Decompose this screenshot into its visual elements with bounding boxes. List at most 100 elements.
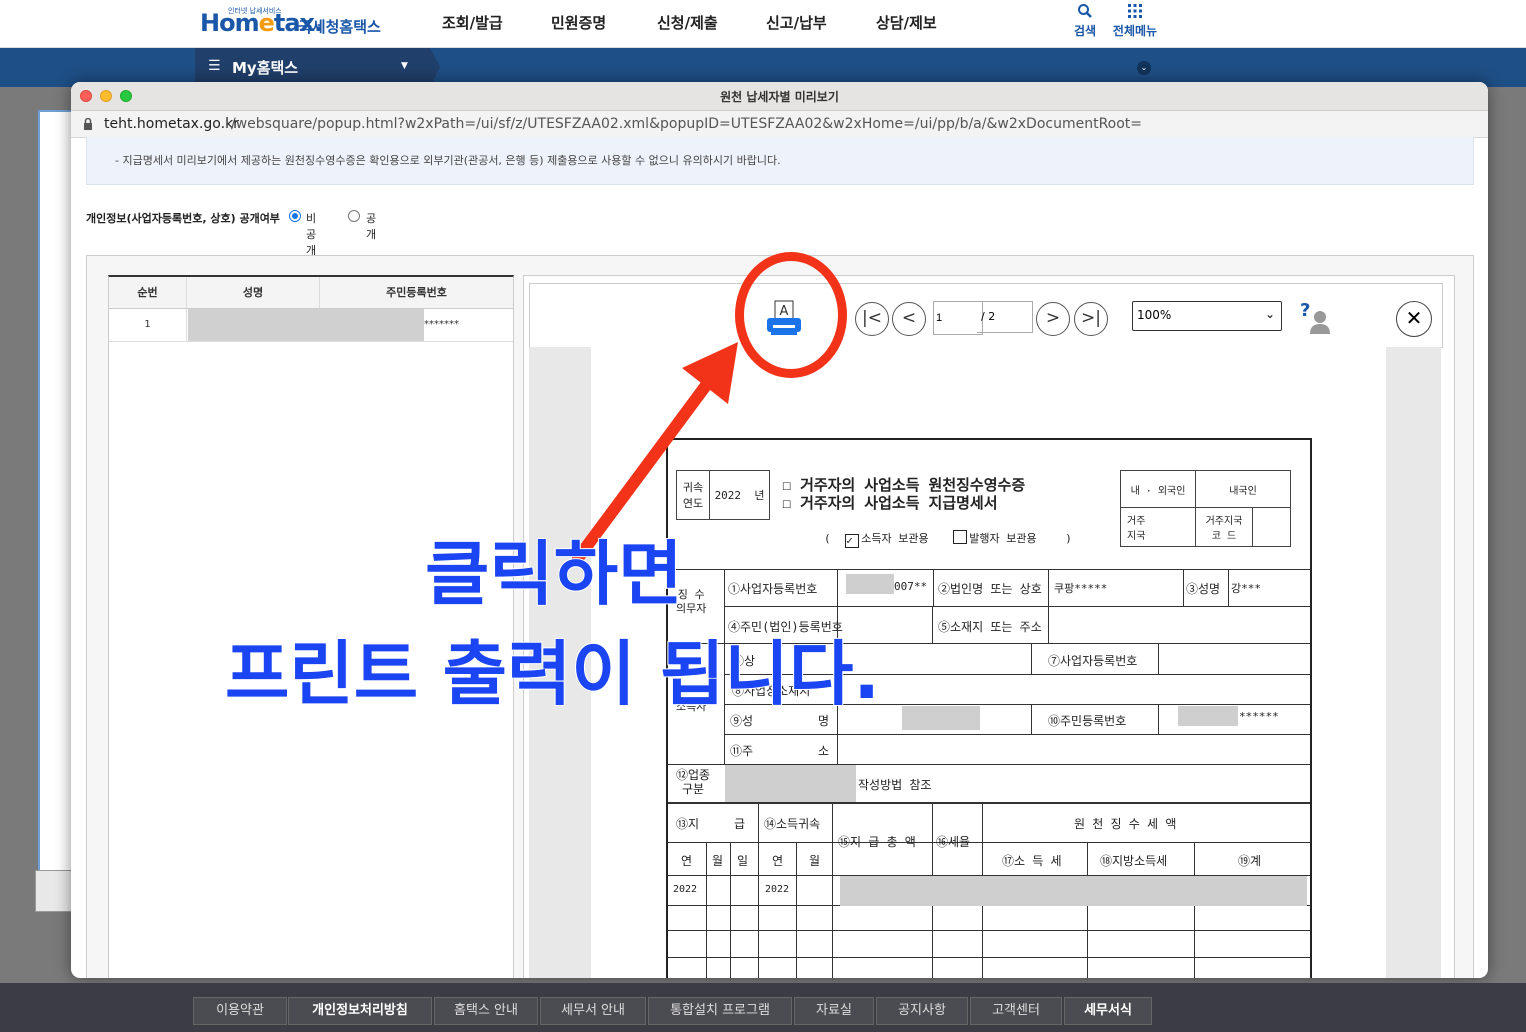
nav-consulting[interactable]: 상담/제보 [876,12,937,33]
privacy-label-public: 공개 [366,212,377,241]
last-page-icon: >| [1081,308,1101,328]
f19-label: ⑲계 [1238,854,1262,868]
col-header-name: 성명 [187,277,320,309]
f12-redacted [725,765,856,802]
page-number-input[interactable] [933,301,983,335]
site-footer: 이용약관 개인정보처리방침 홈택스 안내 세무서 안내 통합설치 프로그램 자료… [0,983,1526,1032]
table-row[interactable]: 1 ******* [109,309,513,342]
residence-code-2: 코 드 [1211,531,1237,542]
grid-line [1048,569,1049,643]
url-path: /websquare/popup.html?w2xPath=/ui/sf/z/U… [231,116,1143,132]
footer-link-hometax-guide[interactable]: 홈택스 안내 [434,997,538,1025]
residence-code-value [1252,507,1291,547]
expand-chevron-icon[interactable]: ⌄ [1137,61,1151,75]
first-page-button[interactable]: |< [855,302,889,336]
f15-label: ⑮지 급 총 액 [838,835,916,849]
page-total-label: / 2 [981,310,996,323]
f9-redacted [902,706,980,730]
f12-label: ⑫업종 구분 [676,768,710,796]
f17-label: ⑰소 득 세 [1002,854,1062,868]
f14-label: ⑭소득귀속 [764,817,821,831]
row-year-1: 2022 [673,884,698,895]
footer-link-tax-forms[interactable]: 세무서식 [1064,997,1152,1025]
grid-line [1183,569,1184,606]
f10-redacted [1178,706,1238,726]
row-rrn: ******* [424,309,504,342]
my-hometax-menu[interactable]: ☰ My홈택스 ▼ [195,48,430,86]
grid-line [668,569,1310,570]
svg-text:?: ? [1300,300,1310,321]
logo-text-a: Hom [200,9,260,37]
preview-popup-window: 원천 납세자별 미리보기 teht.hometax.go.kr /websqua… [71,82,1488,978]
last-page-button[interactable]: >| [1074,302,1108,336]
privacy-label: 개인정보(사업자등록번호, 상호) 공개여부 [86,212,280,225]
prev-page-button[interactable]: < [892,302,926,336]
f13-label-2: 급 [734,817,746,831]
nav-filing[interactable]: 신고/납부 [766,12,827,33]
col-header-no: 순번 [109,277,187,309]
grid-line [730,842,731,978]
col-month-1: 월 [712,854,724,868]
page-total: / 2 [977,301,1033,333]
row-no: 1 [109,309,187,342]
search-button[interactable]: 검색 [1066,3,1104,39]
footer-link-notices[interactable]: 공지사항 [876,997,968,1025]
residence-country-2: 지국 [1127,531,1146,542]
f11-label-2: 소 [818,744,830,758]
nav-applications[interactable]: 신청/제출 [657,12,718,33]
footer-link-installer[interactable]: 통합설치 프로그램 [648,997,792,1025]
footer-link-library[interactable]: 자료실 [794,997,874,1025]
grid-line [1194,842,1195,978]
viewer-close-button[interactable]: ✕ [1396,301,1432,337]
grid-line [1228,569,1229,606]
grid-line [1158,704,1159,734]
url-bar[interactable]: teht.hometax.go.kr /websquare/popup.html… [71,111,1488,138]
f5-label: ⑤소재지 또는 주소 [938,620,1042,634]
annotation-circle [735,252,847,378]
payer-copy-checkbox[interactable] [953,530,968,544]
help-button[interactable]: ? [1298,300,1334,336]
chevron-right-icon: > [1045,308,1061,328]
col-month-2: 월 [809,854,821,868]
residence-country-label: 거주지국 [1120,507,1196,547]
privacy-label-private: 비공개 [306,212,317,257]
f13-label: ⑬지 [676,817,700,831]
row-year-2: 2022 [765,884,790,895]
f3-label: ③성명 [1186,582,1221,596]
col-year-1: 연 [681,854,693,868]
form-title-2-text: 거주자의 사업소득 지급명세서 [800,494,998,512]
zoom-select[interactable]: 100% ⌄ [1132,301,1282,331]
col-day-1: 일 [737,854,749,868]
nav-inquiry[interactable]: 조회/발급 [442,12,503,33]
zoom-value: 100% [1137,308,1172,322]
footer-link-tax-office[interactable]: 세무서 안내 [540,997,646,1025]
chevron-down-icon: ⌄ [1264,307,1275,321]
grid-menu-icon [1128,4,1142,18]
grid-line [758,804,759,978]
footer-link-terms[interactable]: 이용약관 [193,997,287,1025]
f12-label-1: ⑫업종 [676,768,711,782]
f3-value: 강*** [1231,582,1261,595]
footer-link-privacy[interactable]: 개인정보처리방침 [288,997,432,1025]
close-icon: ✕ [1405,306,1423,330]
grid-line [706,842,707,978]
all-menu-button[interactable]: 전체메뉴 [1110,3,1160,39]
grid-line [1031,704,1032,734]
privacy-radio-private[interactable] [289,210,301,222]
residence-country-1: 거주 [1127,516,1146,527]
search-label: 검색 [1073,24,1097,38]
footer-link-support[interactable]: 고객센터 [970,997,1062,1025]
income-copy-checkbox[interactable]: ✓ [845,534,860,548]
f11-label: ⑪주 [730,744,754,758]
first-page-icon: |< [862,308,882,328]
grid-line [724,606,1310,607]
next-page-button[interactable]: > [1036,302,1070,336]
f10-value: ****** [1239,710,1279,723]
f1-label: ①사업자등록번호 [728,582,818,596]
nav-certificates[interactable]: 민원증명 [551,12,606,33]
privacy-radio-public[interactable] [348,210,360,222]
copy-type-row: ( ✓ 소득자 보관용 발행자 보관용 ) [824,530,1072,548]
grid-line [1158,643,1159,674]
f2-value: 쿠팡***** [1054,582,1108,595]
grid-line [724,734,1310,735]
